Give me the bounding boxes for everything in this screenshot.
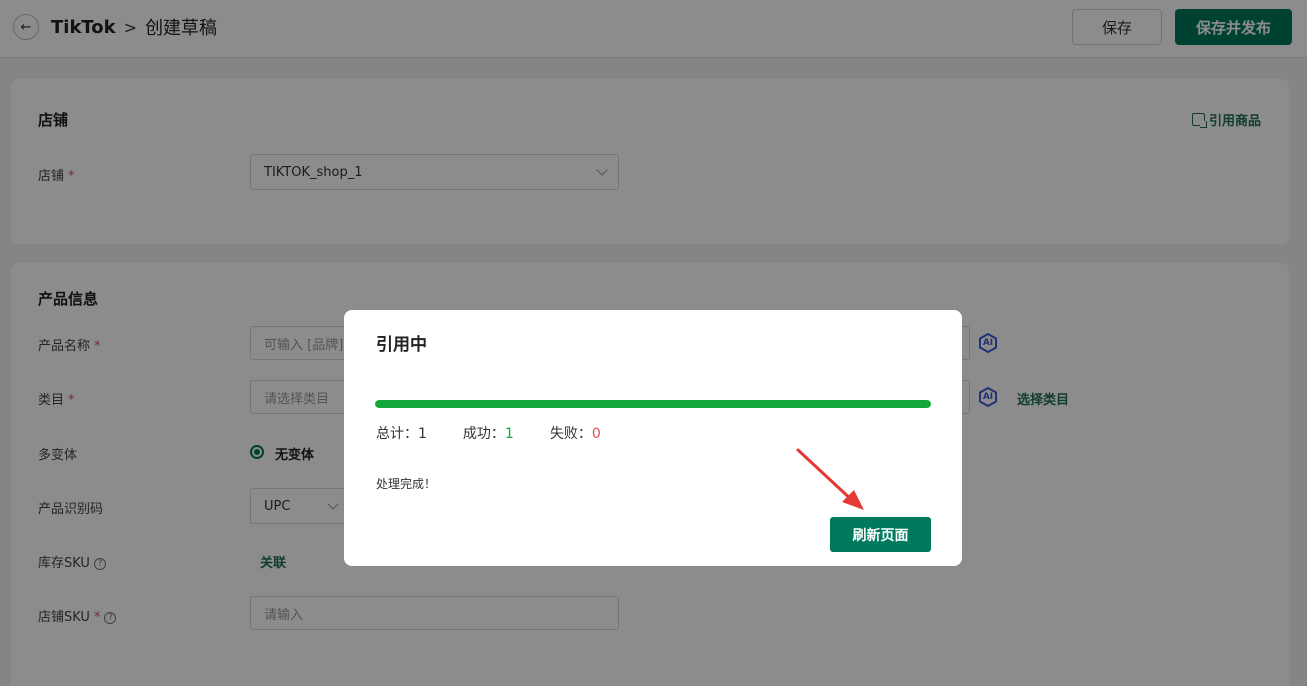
- stat-success-label: 成功：: [462, 426, 505, 442]
- refresh-page-button[interactable]: 刷新页面: [830, 517, 931, 552]
- page: ← TikTok > 创建草稿 保存 保存并发布 店铺 引用商品 店铺 * TIK…: [0, 0, 1307, 686]
- result-stats: 总计：1 成功：1 失败：0: [376, 423, 601, 443]
- progress-fill: [375, 400, 931, 408]
- dialog-message: 处理完成！: [376, 477, 437, 491]
- citing-progress-dialog: 引用中 总计：1 成功：1 失败：0 处理完成！ 刷新页面: [344, 310, 962, 566]
- red-arrow-icon: [796, 448, 864, 510]
- stat-fail-label: 失败：: [549, 426, 592, 442]
- stat-total: 总计：1: [376, 423, 427, 443]
- stat-success-value: 1: [504, 426, 514, 442]
- stat-fail: 失败：0: [550, 423, 601, 443]
- stat-fail-value: 0: [591, 426, 601, 442]
- stat-success: 成功：1: [463, 423, 514, 443]
- stat-total-value: 1: [418, 426, 427, 442]
- dialog-title: 引用中: [376, 335, 427, 355]
- progress-bar: [375, 400, 931, 408]
- stat-total-label: 总计：: [376, 426, 418, 442]
